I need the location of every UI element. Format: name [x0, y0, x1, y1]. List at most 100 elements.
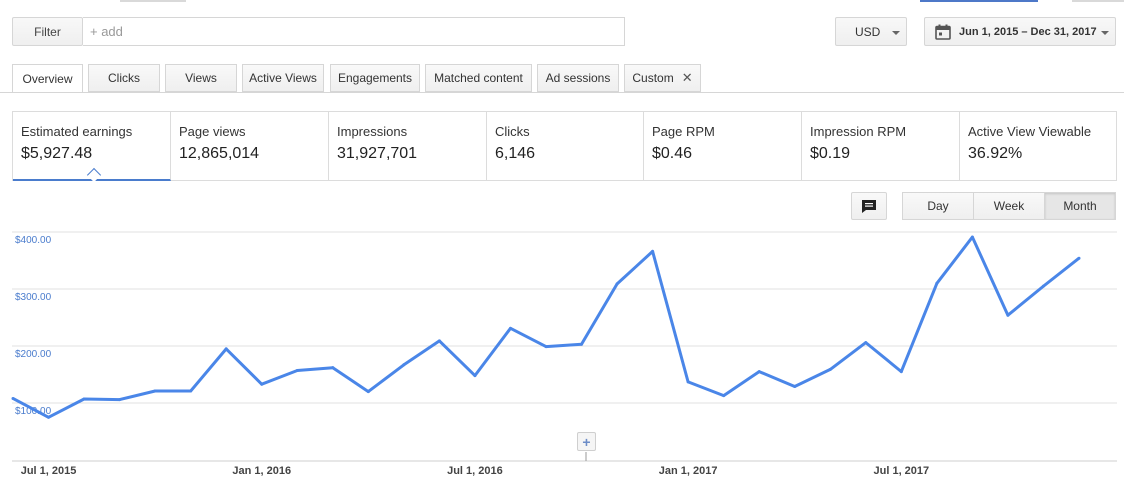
tab-ad-sessions[interactable]: Ad sessions [537, 64, 619, 92]
data-point [651, 249, 655, 253]
earnings-series-line [12, 235, 1080, 419]
data-point [1041, 284, 1045, 288]
currency-select[interactable]: USD [835, 17, 907, 46]
data-point [1006, 313, 1010, 317]
metric-impressions[interactable]: Impressions 31,927,701 [329, 112, 487, 180]
data-point [295, 369, 299, 373]
tab-views[interactable]: Views [165, 64, 237, 92]
data-point [366, 390, 370, 394]
metric-label: Page views [179, 124, 246, 139]
metric-estimated-earnings[interactable]: Estimated earnings $5,927.48 [13, 112, 171, 183]
earnings-line-chart: $400.00$300.00$200.00$100.00Jul 1, 2015 J… [11, 231, 1117, 477]
data-point [118, 398, 122, 402]
data-point [437, 339, 441, 343]
tab-custom[interactable]: Custom ✕ [624, 64, 701, 92]
chevron-down-icon [892, 31, 900, 35]
data-point [402, 363, 406, 367]
granularity-day-button[interactable]: Day [902, 192, 974, 220]
date-range-picker[interactable]: Jun 1, 2015 – Dec 31, 2017 [924, 17, 1116, 46]
x-tick-label: Jul 1, 2016 [447, 465, 503, 477]
granularity-month-button[interactable]: Month [1044, 192, 1116, 220]
top-strip-link [920, 0, 1038, 2]
plus-icon[interactable]: + [577, 432, 596, 451]
data-point [260, 382, 264, 386]
data-point [828, 367, 832, 371]
data-point [11, 396, 15, 400]
metric-value: $0.19 [810, 145, 851, 162]
metric-label: Active View Viewable [968, 124, 1092, 139]
tab-label: Clicks [108, 71, 140, 85]
date-range-value: Jun 1, 2015 – Dec 31, 2017 [959, 25, 1097, 38]
metric-label: Impression RPM [810, 124, 907, 139]
tab-label: Custom [632, 71, 674, 85]
filter-button[interactable]: Filter [12, 17, 83, 46]
x-tick-label: Jan 1, 2017 [659, 465, 718, 477]
data-point [793, 384, 797, 388]
tab-active-views[interactable]: Active Views [242, 64, 324, 92]
data-point [757, 370, 761, 374]
tab-label: Matched content [434, 71, 523, 85]
metric-value: $5,927.48 [21, 145, 93, 162]
metric-impression-rpm[interactable]: Impression RPM $0.19 [802, 112, 960, 180]
tab-label: Active Views [249, 71, 317, 85]
data-point [615, 282, 619, 286]
calendar-icon [935, 24, 951, 40]
x-tick-label: Jul 1, 2017 [874, 465, 930, 477]
filter-input[interactable]: + add [83, 17, 625, 46]
data-point [224, 347, 228, 351]
metric-page-views[interactable]: Page views 12,865,014 [171, 112, 329, 180]
tab-clicks[interactable]: Clicks [88, 64, 160, 92]
y-tick-label: $200.00 [15, 349, 52, 360]
tab-label: Views [185, 71, 217, 85]
tab-label: Ad sessions [545, 71, 611, 85]
top-strip-right [1072, 0, 1124, 2]
tab-overview[interactable]: Overview [12, 64, 83, 93]
data-point [580, 342, 584, 346]
metric-value: 6,146 [495, 145, 536, 162]
granularity-week-button[interactable]: Week [973, 192, 1045, 220]
data-point [82, 397, 86, 401]
metric-value: 12,865,014 [179, 145, 260, 162]
y-tick-label: $400.00 [15, 235, 52, 246]
metric-label: Clicks [495, 124, 530, 139]
data-point [153, 389, 157, 393]
metric-page-rpm[interactable]: Page RPM $0.46 [644, 112, 802, 180]
data-point [722, 394, 726, 398]
metric-label: Estimated earnings [21, 124, 133, 139]
tab-engagements[interactable]: Engagements [330, 64, 420, 92]
y-tick-label: $300.00 [15, 292, 52, 303]
x-tick-label: Jan 1, 2016 [232, 465, 291, 477]
metric-label: Page RPM [652, 124, 715, 139]
metric-value: $0.46 [652, 145, 693, 162]
tab-matched-content[interactable]: Matched content [425, 64, 532, 92]
data-point [331, 366, 335, 370]
metric-value: 36.92% [968, 145, 1023, 162]
annotation-button[interactable] [851, 192, 887, 220]
x-tick-label: Jul 1, 2015 [21, 465, 77, 477]
comment-icon [862, 199, 876, 213]
close-icon[interactable]: ✕ [682, 70, 693, 86]
data-point [473, 374, 477, 378]
data-point [864, 341, 868, 345]
data-point [935, 281, 939, 285]
active-indicator [86, 167, 102, 183]
tab-label: Engagements [337, 71, 413, 85]
data-point [189, 389, 193, 393]
data-point [686, 380, 690, 384]
metric-label: Impressions [337, 124, 408, 139]
data-point [47, 415, 51, 419]
data-point [970, 235, 974, 239]
data-point [508, 326, 512, 330]
tab-label: Overview [22, 71, 73, 86]
metrics-bar: Estimated earnings $5,927.48 Page views … [12, 111, 1117, 183]
metric-active-view-viewable[interactable]: Active View Viewable 36.92% [960, 112, 1116, 180]
currency-value: USD [855, 24, 881, 39]
data-point [899, 370, 903, 374]
metric-clicks[interactable]: Clicks 6,146 [487, 112, 644, 180]
data-point [544, 345, 548, 349]
chevron-down-icon [1101, 31, 1109, 35]
top-strip-left [120, 0, 186, 2]
tab-divider [0, 92, 1124, 93]
metric-value: 31,927,701 [337, 145, 418, 162]
data-point [1077, 256, 1081, 260]
